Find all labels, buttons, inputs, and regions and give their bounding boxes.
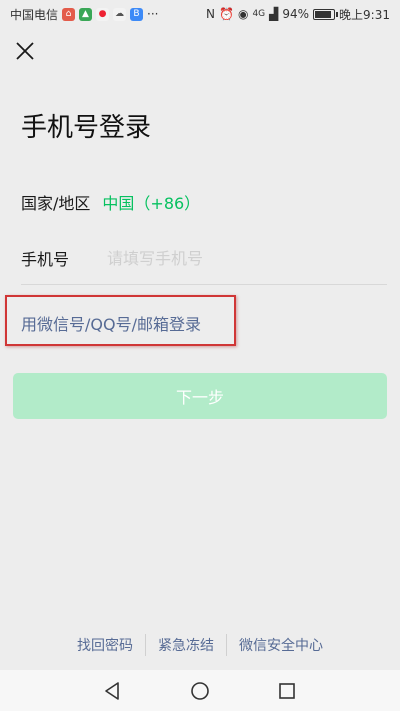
phone-input[interactable]: [105, 247, 340, 269]
clock: 晚上9:31: [339, 7, 390, 22]
page-title: 手机号登录: [21, 113, 152, 143]
status-bar: 中国电信 ⌂ ▲ ● ☁ B ··· N ⏰ ◉ 4G ▟ 94% 晚上9:31: [0, 0, 400, 28]
app-notification-icon: B: [130, 7, 144, 21]
emergency-freeze-link[interactable]: 紧急冻结: [146, 635, 226, 655]
recents-icon: [278, 682, 295, 699]
alt-login-link[interactable]: 用微信号/QQ号/邮箱登录: [21, 311, 201, 335]
recover-password-link[interactable]: 找回密码: [65, 635, 145, 655]
eye-comfort-icon: ◉: [237, 7, 249, 21]
back-icon: [105, 681, 120, 700]
battery-fill: [315, 10, 332, 18]
region-label: 国家/地区: [21, 194, 91, 213]
region-value[interactable]: 中国（+86）: [102, 190, 200, 214]
map-pin-icon: ●: [96, 7, 110, 21]
next-button[interactable]: 下一步: [13, 373, 387, 419]
security-center-link[interactable]: 微信安全中心: [227, 635, 335, 655]
status-right: N ⏰ ◉ 4G ▟ 94% 晚上9:31: [206, 6, 390, 23]
status-left: 中国电信 ⌂ ▲ ● ☁ B ···: [10, 6, 158, 23]
app-notification-icon: ▲: [79, 7, 93, 21]
signal-icon: ▟: [269, 7, 279, 21]
nfc-icon: N: [206, 7, 215, 21]
phone-field-row: 手机号: [21, 232, 387, 285]
back-button[interactable]: [98, 676, 128, 706]
system-nav-bar: [0, 670, 400, 711]
weather-icon: ☁: [113, 7, 127, 21]
region-selector[interactable]: 国家/地区 中国（+86）: [21, 188, 387, 216]
more-notifications-icon: ···: [147, 7, 159, 21]
alarm-icon: ⏰: [219, 7, 234, 21]
close-icon: [16, 42, 34, 60]
recents-button[interactable]: [272, 676, 302, 706]
phone-label: 手机号: [21, 250, 70, 269]
battery-icon: [313, 8, 339, 20]
home-button[interactable]: [185, 676, 215, 706]
carrier-label: 中国电信: [10, 7, 59, 22]
home-icon: [191, 681, 209, 700]
battery-percent: 94%: [282, 7, 310, 21]
close-button[interactable]: [12, 38, 38, 64]
network-type-label: 4G: [252, 9, 266, 19]
footer-links: 找回密码 紧急冻结 微信安全中心: [0, 634, 400, 656]
app-notification-icon: ⌂: [62, 7, 76, 21]
